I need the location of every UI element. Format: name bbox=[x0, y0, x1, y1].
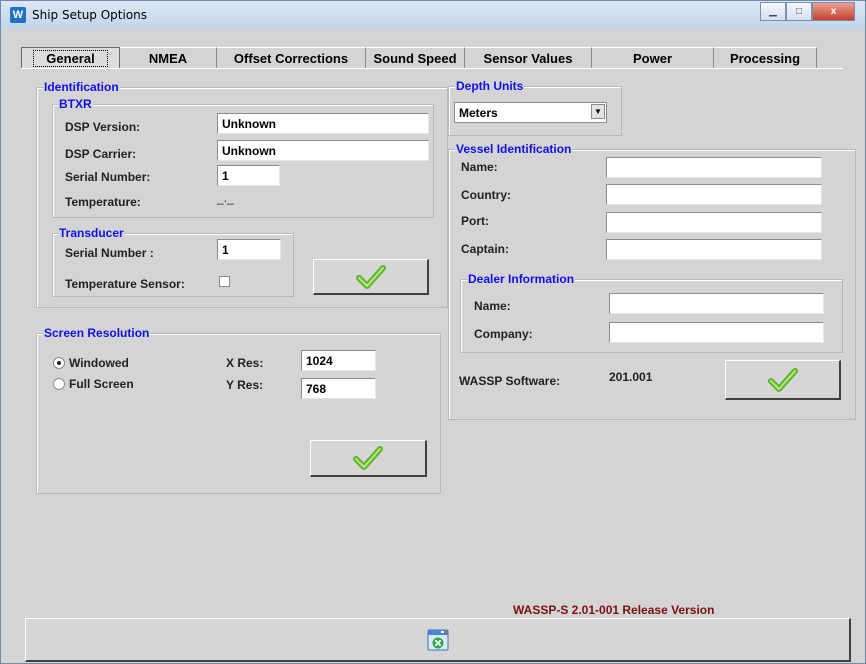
minimize-button[interactable]: ▁ bbox=[760, 2, 786, 21]
yres-field[interactable]: 768 bbox=[301, 378, 376, 399]
vessel-identification-group: Vessel Identification Name: Country: Por… bbox=[448, 142, 856, 420]
windowed-label: Windowed bbox=[69, 356, 129, 370]
screen-resolution-group: Screen Resolution Windowed Full Screen X… bbox=[36, 326, 441, 494]
tab-offset-corrections[interactable]: Offset Corrections bbox=[217, 47, 366, 69]
dealer-company-field[interactable] bbox=[609, 322, 824, 343]
fullscreen-radio[interactable] bbox=[53, 378, 65, 390]
dsp-version-label: DSP Version: bbox=[65, 120, 141, 134]
title-bar[interactable]: W Ship Setup Options ▁ □ x bbox=[1, 1, 865, 29]
checkmark-icon bbox=[767, 367, 798, 392]
dsp-version-field[interactable]: Unknown bbox=[217, 113, 429, 134]
fullscreen-label: Full Screen bbox=[69, 377, 134, 391]
vessel-name-field[interactable] bbox=[606, 157, 822, 178]
transducer-group: Transducer Serial Number : 1 Temperature… bbox=[52, 226, 294, 297]
windowed-radio[interactable] bbox=[53, 357, 65, 369]
checkmark-icon bbox=[355, 264, 386, 289]
close-window-icon bbox=[427, 629, 448, 650]
dealer-name-label: Name: bbox=[474, 299, 511, 313]
dsp-carrier-label: DSP Carrier: bbox=[65, 147, 137, 161]
tab-nmea[interactable]: NMEA bbox=[120, 47, 217, 69]
tab-general[interactable]: General bbox=[21, 47, 120, 69]
identification-legend: Identification bbox=[43, 80, 120, 94]
vessel-country-field[interactable] bbox=[606, 184, 822, 205]
client-area: General NMEA Offset Corrections Sound Sp… bbox=[7, 29, 859, 662]
wassp-software-version: 201.001 bbox=[609, 370, 653, 384]
depth-units-value: Meters bbox=[459, 106, 498, 120]
depth-units-select[interactable]: Meters ▼ bbox=[454, 102, 607, 123]
screen-resolution-legend: Screen Resolution bbox=[43, 326, 151, 340]
resolution-apply-button[interactable] bbox=[310, 440, 427, 477]
app-icon: W bbox=[10, 7, 26, 23]
vessel-name-label: Name: bbox=[461, 160, 498, 174]
vessel-identification-legend: Vessel Identification bbox=[455, 142, 573, 156]
close-button[interactable]: x bbox=[812, 2, 855, 21]
tab-strip: General NMEA Offset Corrections Sound Sp… bbox=[21, 47, 817, 69]
tab-sound-speed[interactable]: Sound Speed bbox=[366, 47, 465, 69]
temperature-label: Temperature: bbox=[65, 195, 141, 209]
tab-sensor-values[interactable]: Sensor Values bbox=[465, 47, 592, 69]
transducer-serial-field[interactable]: 1 bbox=[217, 239, 281, 260]
vessel-apply-button[interactable] bbox=[725, 360, 841, 400]
dealer-information-group: Dealer Information Name: Company: bbox=[460, 272, 843, 353]
vessel-port-label: Port: bbox=[461, 214, 489, 228]
tab-processing[interactable]: Processing bbox=[714, 47, 817, 69]
xres-label: X Res: bbox=[226, 356, 264, 370]
dealer-information-legend: Dealer Information bbox=[467, 272, 576, 286]
temperature-value: _._ bbox=[217, 191, 234, 205]
yres-label: Y Res: bbox=[226, 378, 264, 392]
xres-field[interactable]: 1024 bbox=[301, 350, 376, 371]
ship-setup-window: W Ship Setup Options ▁ □ x General NMEA … bbox=[0, 0, 866, 664]
window-title: Ship Setup Options bbox=[32, 8, 148, 22]
wassp-software-label: WASSP Software: bbox=[459, 374, 561, 388]
depth-units-legend: Depth Units bbox=[455, 79, 525, 93]
temperature-sensor-checkbox[interactable] bbox=[219, 276, 230, 287]
depth-units-group: Depth Units Meters ▼ bbox=[448, 79, 622, 136]
vessel-captain-field[interactable] bbox=[606, 239, 822, 260]
exit-button[interactable] bbox=[25, 618, 851, 662]
identification-apply-button[interactable] bbox=[313, 259, 429, 295]
dealer-name-field[interactable] bbox=[609, 293, 824, 314]
transducer-legend: Transducer bbox=[58, 226, 125, 240]
vessel-port-field[interactable] bbox=[606, 212, 822, 233]
vessel-captain-label: Captain: bbox=[461, 242, 509, 256]
serial-number-label: Serial Number: bbox=[65, 170, 151, 184]
checkmark-icon bbox=[353, 446, 383, 470]
dsp-carrier-field[interactable]: Unknown bbox=[217, 140, 429, 161]
chevron-down-icon[interactable]: ▼ bbox=[591, 104, 605, 119]
identification-group: Identification BTXR DSP Version: Unknown… bbox=[36, 80, 448, 308]
transducer-serial-label: Serial Number : bbox=[65, 246, 154, 260]
btxr-legend: BTXR bbox=[58, 97, 93, 111]
maximize-button[interactable]: □ bbox=[786, 2, 812, 21]
tab-power[interactable]: Power bbox=[592, 47, 714, 69]
temperature-sensor-label: Temperature Sensor: bbox=[65, 277, 185, 291]
serial-number-field[interactable]: 1 bbox=[217, 165, 280, 186]
tab-panel-edge bbox=[21, 68, 843, 69]
btxr-group: BTXR DSP Version: Unknown DSP Carrier: U… bbox=[52, 97, 434, 218]
vessel-country-label: Country: bbox=[461, 188, 511, 202]
dealer-company-label: Company: bbox=[474, 327, 533, 341]
release-version-text: WASSP-S 2.01-001 Release Version bbox=[513, 603, 715, 617]
tab-general-label: General bbox=[33, 50, 108, 67]
